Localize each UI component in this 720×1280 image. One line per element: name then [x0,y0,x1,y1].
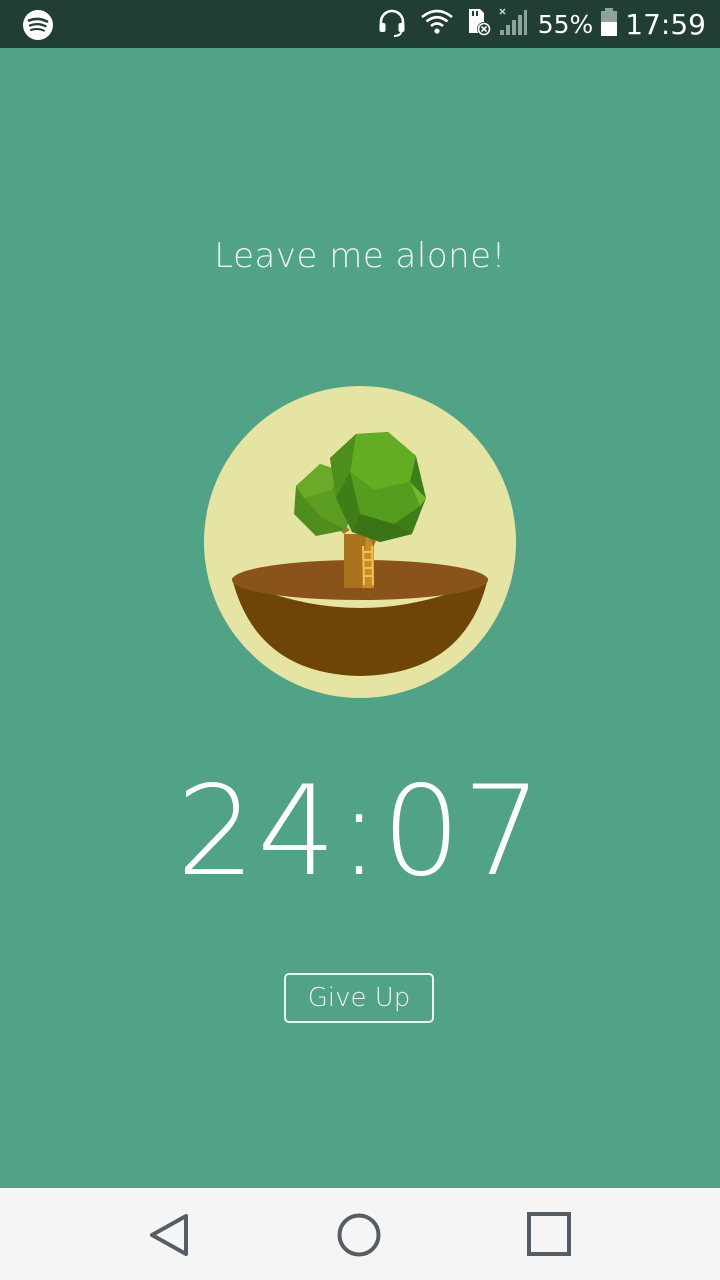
recents-icon[interactable] [525,1210,575,1260]
headset-icon [376,6,408,42]
status-bar: 55% 17:59 [0,0,720,48]
motto-text: Leave me alone! [214,236,506,276]
navigation-bar [0,1188,720,1280]
countdown-timer: 24:07 [176,760,544,904]
back-icon[interactable] [146,1210,196,1260]
cell-signal-icon [498,7,528,41]
status-clock: 17:59 [625,7,706,41]
give-up-button[interactable]: Give Up [284,973,434,1023]
spotify-icon [22,9,54,41]
status-icons: 55% 17:59 [376,0,706,48]
home-icon[interactable] [334,1210,384,1260]
tree-illustration [204,386,516,698]
battery-icon [599,7,619,41]
sd-card-error-icon [466,7,492,41]
wifi-icon [420,7,454,41]
focus-screen: Leave me alone! 24:07 Give Up [0,48,720,1188]
battery-percentage: 55% [537,9,594,39]
